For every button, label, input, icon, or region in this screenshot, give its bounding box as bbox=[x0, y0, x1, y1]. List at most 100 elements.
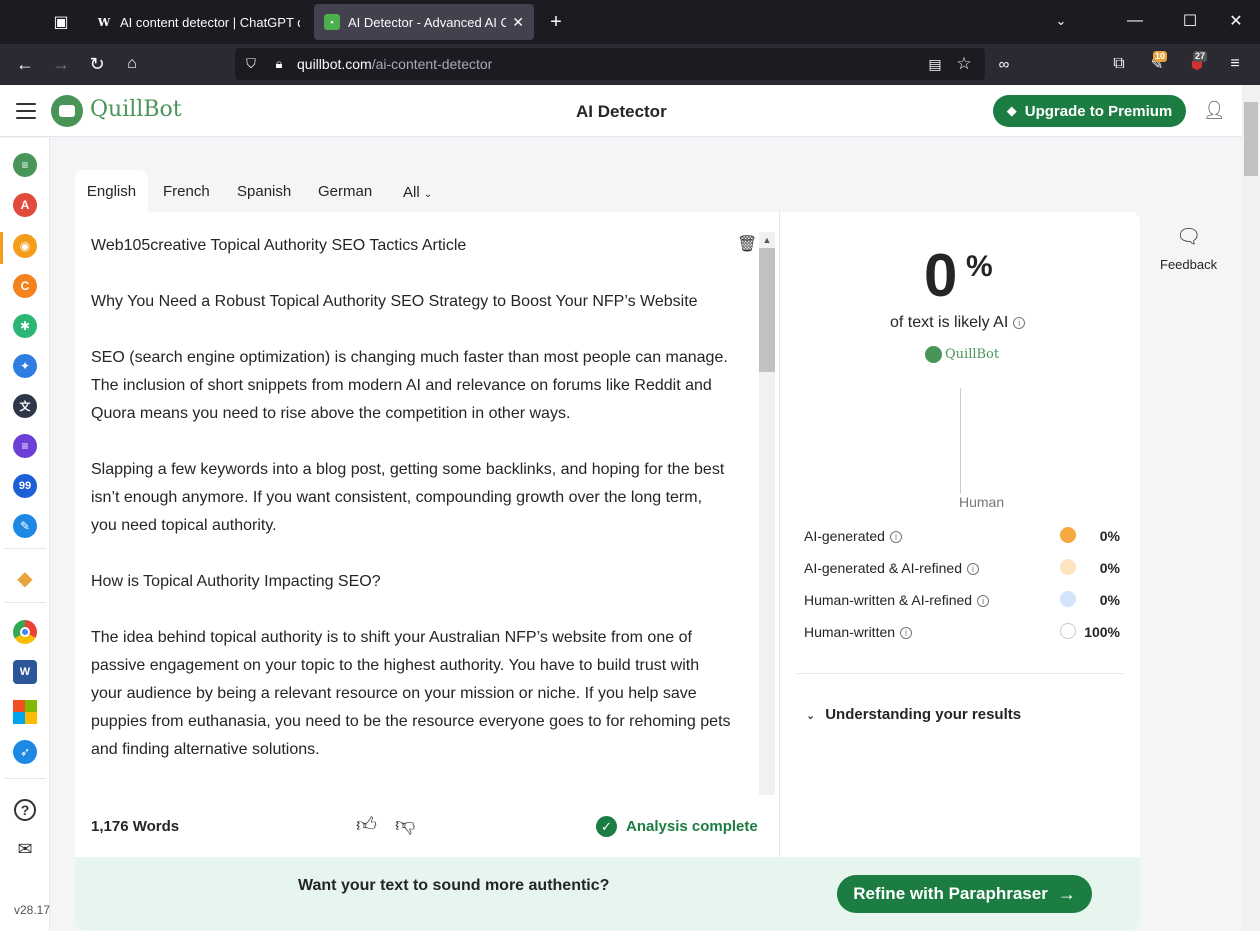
plagiarism-checker-icon[interactable]: C bbox=[13, 274, 37, 298]
info-icon[interactable]: i bbox=[900, 627, 913, 640]
results-divider bbox=[796, 673, 1124, 674]
back-icon[interactable]: ← bbox=[16, 54, 34, 74]
tab-english[interactable]: English bbox=[75, 170, 148, 212]
chrome-extension-icon[interactable] bbox=[13, 620, 37, 644]
bookmark-star-icon[interactable]: ☆ bbox=[955, 54, 973, 73]
browser-tab-inactive[interactable]: W AI content detector | ChatGPT detector bbox=[86, 4, 310, 40]
text-editor[interactable]: Web105creative Topical Authority SEO Tac… bbox=[91, 232, 731, 792]
gauge-line bbox=[960, 388, 961, 494]
ai-humanizer-icon[interactable]: ✱ bbox=[13, 314, 37, 338]
tab-german[interactable]: German bbox=[318, 183, 372, 200]
mail-icon[interactable]: ✉ bbox=[14, 838, 36, 860]
editor-paragraph: Slapping a few keywords into a blog post… bbox=[91, 461, 725, 534]
close-window-icon[interactable]: ✕ bbox=[1227, 12, 1245, 30]
understanding-results-toggle[interactable]: ⌄ Understanding your results bbox=[806, 706, 1021, 723]
app-header: QuillBot AI Detector ◆ Upgrade to Premiu… bbox=[0, 85, 1242, 137]
ai-detector-icon[interactable]: ◉ bbox=[13, 234, 37, 258]
upgrade-button[interactable]: ◆ Upgrade to Premium bbox=[993, 95, 1186, 127]
scroll-up-icon[interactable]: ▲ bbox=[759, 232, 775, 248]
new-tab-button[interactable]: + bbox=[546, 11, 566, 33]
browser-tab-active[interactable]: ▪ AI Detector - Advanced AI Checker ✕ bbox=[314, 4, 534, 40]
user-account-icon[interactable]: 👤︎ bbox=[1203, 100, 1226, 122]
reload-icon[interactable]: ↻ bbox=[88, 54, 106, 74]
info-icon[interactable]: i bbox=[967, 563, 979, 576]
sidebar: ≡ A ◉ C ✱ ✦ 文 ≡ 99 ✎ ◆ W ➶ ? ✉ v28.17 bbox=[0, 138, 50, 931]
feedback-label[interactable]: Feedback bbox=[1160, 257, 1217, 272]
feedback-icon[interactable]: 🗨︎ bbox=[1176, 224, 1201, 249]
minimize-icon[interactable]: — bbox=[1126, 12, 1144, 30]
ai-generated-dot bbox=[1060, 527, 1076, 543]
result-row-value: 0% bbox=[1099, 528, 1120, 544]
tab-all[interactable]: All ⌄ bbox=[403, 184, 432, 201]
citation-generator-icon[interactable]: 99 bbox=[13, 474, 37, 498]
editor-paragraph: Why You Need a Robust Topical Authority … bbox=[91, 293, 698, 310]
sidebar-divider bbox=[4, 548, 46, 549]
result-row-label: Human-written i bbox=[804, 624, 913, 640]
page-scrollbar-thumb[interactable] bbox=[1244, 102, 1258, 176]
tab-spanish[interactable]: Spanish bbox=[237, 183, 291, 200]
word-addin-icon[interactable]: W bbox=[13, 660, 37, 684]
safari-extension-icon[interactable]: ➶ bbox=[13, 740, 37, 764]
tab-french[interactable]: French bbox=[163, 183, 210, 200]
analysis-status: ✓ Analysis complete bbox=[596, 816, 758, 837]
ai-chat-icon[interactable]: ✦ bbox=[13, 354, 37, 378]
premium-diamond-icon[interactable]: ◆ bbox=[13, 566, 37, 590]
lock-icon[interactable]: 🔒︎ bbox=[271, 56, 287, 72]
extension-badge: 27 bbox=[1193, 51, 1208, 62]
editor-scrollbar-thumb[interactable] bbox=[759, 248, 775, 372]
browser-tab-bar: ▣ W AI content detector | ChatGPT detect… bbox=[0, 0, 1260, 44]
thumbs-up-icon[interactable]: 👍︎ bbox=[356, 813, 377, 837]
forward-icon[interactable]: → bbox=[52, 54, 70, 74]
browser-nav-bar: ← → ↻ ⌂ ⛉ 🔒︎ quillbot.com/ai-content-det… bbox=[0, 44, 1260, 85]
chevron-down-icon: ⌄ bbox=[423, 189, 433, 200]
chevron-down-icon: ⌄ bbox=[806, 710, 816, 722]
sidebar-divider bbox=[4, 602, 46, 603]
reader-view-icon[interactable]: ▤ bbox=[927, 56, 943, 72]
result-row-value: 0% bbox=[1099, 560, 1120, 576]
panel-divider bbox=[779, 212, 780, 857]
tab-overview-icon[interactable]: ▣ bbox=[52, 13, 70, 31]
page-title: AI Detector bbox=[576, 102, 667, 121]
extensions-icon[interactable]: ⧉ bbox=[1110, 55, 1128, 73]
quillbot-logo-icon bbox=[925, 346, 942, 363]
co-writer-icon[interactable]: ✎ bbox=[13, 514, 37, 538]
result-row-label: AI-generated & AI-refined i bbox=[804, 560, 979, 576]
logo-text[interactable]: QuillBot bbox=[90, 97, 182, 122]
maximize-icon[interactable]: ☐ bbox=[1181, 12, 1199, 30]
page-scrollbar[interactable] bbox=[1242, 85, 1260, 931]
translator-icon[interactable]: 文 bbox=[13, 394, 37, 418]
result-row-label: AI-generated i bbox=[804, 528, 902, 544]
thumbs-down-icon[interactable]: 👎︎ bbox=[395, 813, 415, 837]
promo-text: Want your text to sound more authentic? bbox=[298, 877, 610, 894]
summarizer-icon[interactable]: ≡ bbox=[13, 434, 37, 458]
home-icon[interactable]: ⌂ bbox=[123, 55, 141, 73]
editor-paragraph: Web105creative Topical Authority SEO Tac… bbox=[91, 237, 467, 254]
refine-with-paraphraser-button[interactable]: Refine with Paraphraser → bbox=[837, 875, 1092, 913]
tracking-shield-icon[interactable]: ⛉ bbox=[243, 56, 259, 72]
editor-paragraph: SEO (search engine optimization) is chan… bbox=[91, 349, 728, 422]
ai-percentage: 0 bbox=[924, 242, 958, 309]
url-text[interactable]: quillbot.com/ai-content-detector bbox=[297, 56, 492, 72]
info-icon[interactable]: i bbox=[977, 595, 990, 608]
hamburger-menu-icon[interactable] bbox=[16, 103, 36, 119]
editor-paragraph: How is Topical Authority Impacting SEO? bbox=[91, 573, 381, 590]
tab-title: AI Detector - Advanced AI Checker bbox=[348, 14, 507, 30]
ai-refined-dot bbox=[1060, 559, 1076, 575]
list-tabs-icon[interactable]: ⌄ bbox=[1052, 12, 1070, 30]
info-icon[interactable]: i bbox=[889, 531, 902, 544]
menu-icon[interactable]: ≡ bbox=[1226, 55, 1244, 73]
trash-icon[interactable]: 🗑︎ bbox=[737, 234, 757, 254]
quillbot-logo-icon[interactable] bbox=[51, 95, 83, 127]
close-tab-icon[interactable]: ✕ bbox=[512, 14, 524, 31]
editor-paragraph: The idea behind topical authority is to … bbox=[91, 629, 731, 758]
private-mask-icon[interactable]: ∞ bbox=[994, 55, 1014, 73]
sidebar-divider bbox=[4, 778, 46, 779]
tab-title: AI content detector | ChatGPT detector bbox=[120, 14, 300, 30]
paraphraser-icon[interactable]: ≡ bbox=[13, 153, 37, 177]
info-icon[interactable]: i bbox=[1013, 316, 1026, 329]
grammar-checker-icon[interactable]: A bbox=[13, 193, 37, 217]
help-icon[interactable]: ? bbox=[14, 799, 36, 821]
url-bar[interactable]: ⛉ 🔒︎ quillbot.com/ai-content-detector ▤ … bbox=[235, 48, 985, 80]
microsoft-icon[interactable] bbox=[13, 700, 37, 724]
sidebar-active-indicator bbox=[0, 232, 3, 264]
